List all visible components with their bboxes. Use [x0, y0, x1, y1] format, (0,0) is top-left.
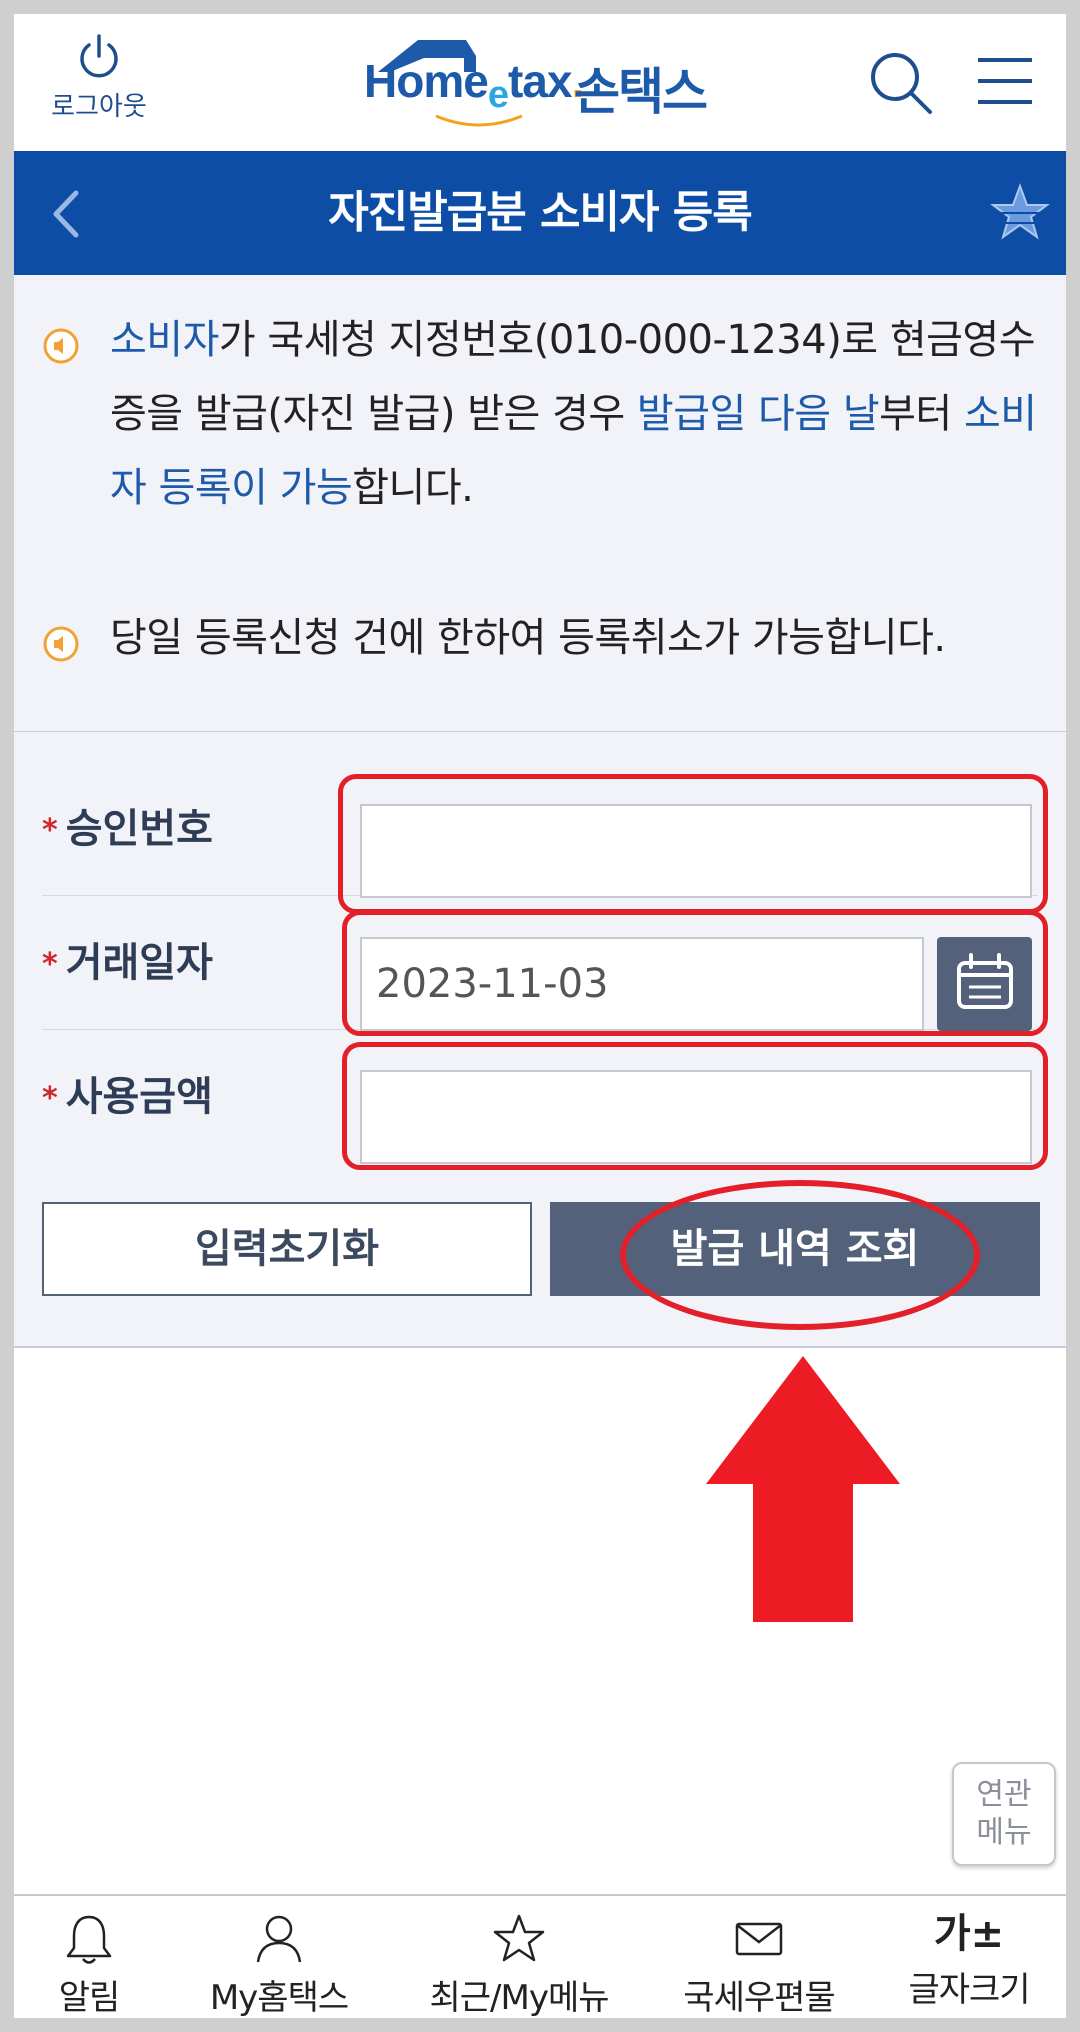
page-title: 자진발급분 소비자 등록: [328, 187, 752, 238]
speaker-icon: [43, 626, 79, 662]
approval-number-label: * 승인번호: [42, 806, 213, 852]
annotation-ellipse: [620, 1180, 980, 1330]
nav-recent-my-menu[interactable]: 최근/My메뉴: [404, 1896, 634, 2018]
search-icon: [871, 53, 932, 114]
notice-item: 소비자가 국세청 지정번호(010-000-1234)로 현금영수증을 발급(자…: [42, 303, 1042, 525]
notice-item: 당일 등록신청 건에 한하여 등록취소가 가능합니다.: [42, 601, 1042, 675]
bell-icon: [66, 1915, 112, 1964]
annotation-arrow-icon: [706, 1356, 900, 1622]
phone-screen: 로그아웃 Homeetax. 손택스 자진발급분 소비자 등록 소비자가 국세청…: [14, 14, 1066, 2018]
nav-tax-mail[interactable]: 국세우편물: [654, 1896, 864, 2018]
nav-alerts[interactable]: 알림: [14, 1896, 164, 2018]
mail-icon: [735, 1922, 783, 1956]
nav-my-hometax[interactable]: My홈택스: [179, 1896, 379, 2018]
page-title-bar: 자진발급분 소비자 등록: [14, 151, 1066, 275]
notice-section: 소비자가 국세청 지정번호(010-000-1234)로 현금영수증을 발급(자…: [14, 275, 1066, 732]
transaction-date-label: * 거래일자: [42, 940, 213, 986]
bottom-nav: 알림 My홈택스 최근/My메뉴 국세우편물 가± 글자크기: [14, 1894, 1066, 2018]
star-outline-icon: [493, 1914, 545, 1962]
power-icon: [80, 34, 118, 78]
speaker-icon: [43, 328, 79, 364]
logo-korean: 손택스: [574, 63, 708, 121]
logo-wordmark: Homeetax.: [364, 55, 584, 116]
person-icon: [256, 1915, 302, 1963]
search-button[interactable]: [866, 48, 936, 118]
nav-font-size[interactable]: 가± 글자크기: [884, 1896, 1054, 2018]
annotation-highlight-box: [342, 910, 1048, 1036]
favorite-button[interactable]: [990, 183, 1050, 243]
logo-smile-icon: [435, 114, 523, 127]
hamburger-menu-button[interactable]: [974, 50, 1036, 112]
logout-label: 로그아웃: [51, 92, 147, 122]
reset-button[interactable]: 입력초기화: [42, 1202, 532, 1296]
amount-label: * 사용금액: [42, 1074, 213, 1120]
logout-button[interactable]: 로그아웃: [34, 32, 164, 142]
app-header: 로그아웃 Homeetax. 손택스: [14, 14, 1066, 151]
annotation-highlight-box: [338, 774, 1048, 914]
font-size-icon: 가±: [933, 1911, 1005, 1957]
star-icon: [990, 183, 1050, 240]
hometax-logo[interactable]: Homeetax. 손택스: [364, 36, 734, 136]
related-menu-button[interactable]: 연관 메뉴: [952, 1762, 1056, 1866]
annotation-highlight-box: [342, 1042, 1048, 1170]
hamburger-icon: [978, 58, 1032, 104]
